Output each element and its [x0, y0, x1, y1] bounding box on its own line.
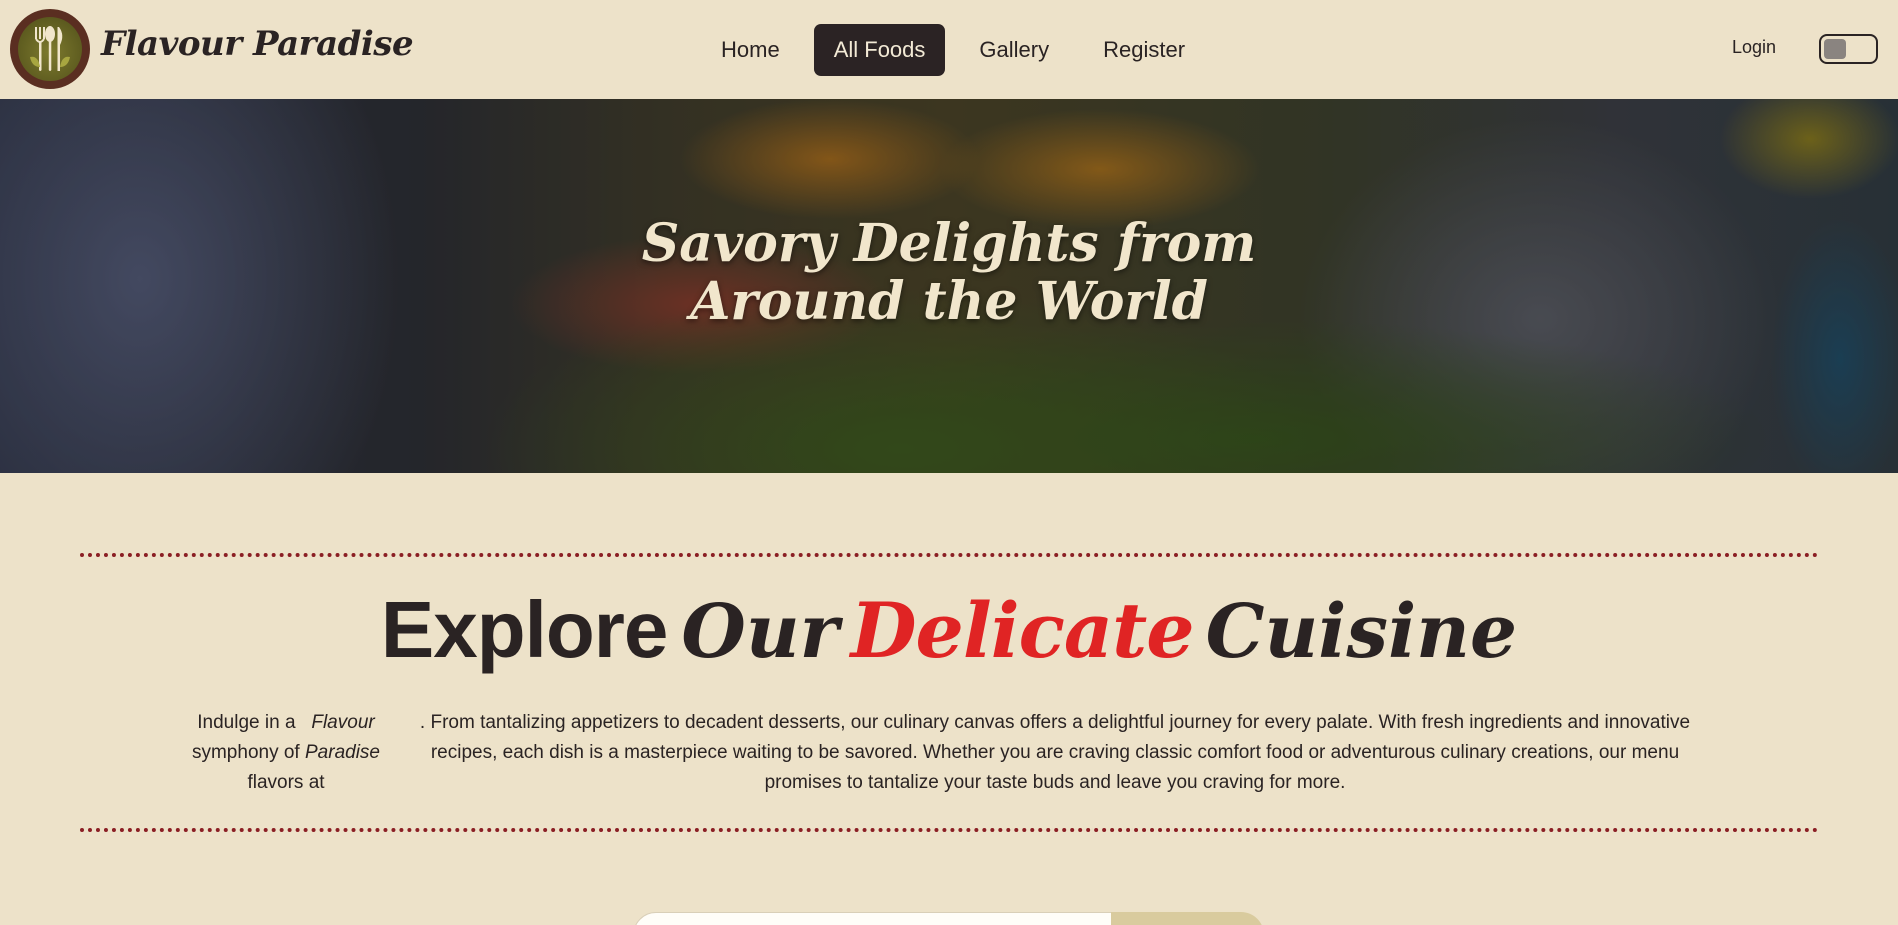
intro-line-3: flavors at	[247, 772, 325, 793]
section-divider-bottom	[80, 828, 1819, 832]
nav-item-gallery[interactable]: Gallery	[959, 24, 1069, 76]
theme-toggle[interactable]	[1819, 34, 1878, 64]
nav-item-all-foods[interactable]: All Foods	[813, 23, 946, 76]
search-input[interactable]	[633, 912, 1113, 925]
heading-word-explore: Explore	[380, 585, 668, 674]
hero-title-line-1: Savory Delights from	[641, 213, 1257, 274]
brand-name[interactable]: Flavour Paradise	[101, 24, 414, 64]
intro-text: symphony of	[191, 742, 300, 763]
hero-title-line-2: Around the World	[690, 271, 1208, 332]
utensils-logo-icon	[18, 17, 82, 81]
nav-item-home[interactable]: Home	[701, 24, 800, 76]
intro-text: Indulge in a	[197, 712, 296, 733]
login-link[interactable]: Login	[1732, 37, 1776, 58]
explore-description: . From tantalizing appetizers to decaden…	[419, 712, 1691, 793]
navbar: Flavour Paradise Home All Foods Gallery …	[0, 0, 1898, 99]
intro-line-2: symphony of Paradise	[176, 738, 396, 768]
hero-banner: Savory Delights from Around the World	[0, 99, 1898, 473]
explore-heading: Explore Our Delicate Cuisine	[0, 585, 1898, 694]
explore-intro-left: Indulge in a Flavour symphony of Paradis…	[176, 708, 396, 798]
main-nav: Home All Foods Gallery Register	[694, 22, 1212, 77]
section-divider-top	[80, 553, 1819, 557]
search-button[interactable]	[1111, 912, 1264, 925]
hero-title: Savory Delights from Around the World	[0, 215, 1898, 331]
toggle-knob	[1824, 39, 1846, 59]
heading-word-our: Our	[681, 589, 839, 675]
heading-word-cuisine: Cuisine	[1205, 589, 1518, 675]
heading-word-delicate: Delicate	[850, 586, 1195, 675]
brand-logo[interactable]	[10, 9, 90, 89]
intro-brand-part-2: Paradise	[305, 742, 380, 763]
intro-line-1: Indulge in a Flavour	[176, 708, 396, 738]
intro-brand-part-1: Flavour	[311, 712, 375, 733]
nav-item-register[interactable]: Register	[1083, 24, 1205, 76]
